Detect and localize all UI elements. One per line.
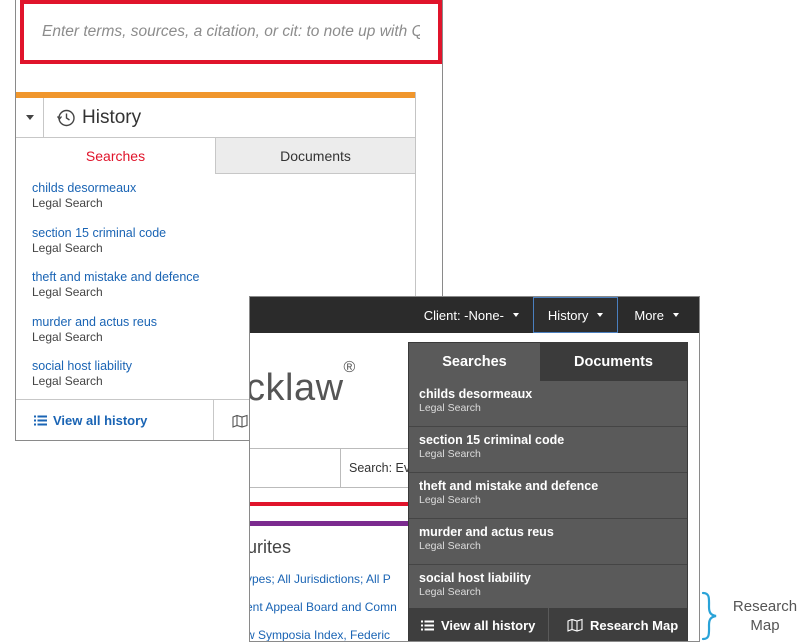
history-item-title: childs desormeaux bbox=[419, 387, 533, 401]
history-widget-title: History bbox=[82, 106, 142, 128]
list-item: childs desormeaux Legal Search bbox=[16, 180, 415, 225]
history-dropdown-tabs: Searches Documents bbox=[409, 343, 687, 381]
view-all-history-link[interactable]: View all history bbox=[16, 400, 214, 440]
tab-documents[interactable]: Documents bbox=[215, 138, 415, 174]
history-dropdown: Searches Documents childs desormeaux Leg… bbox=[408, 342, 688, 641]
list-item[interactable]: childs desormeaux Legal Search bbox=[409, 381, 687, 427]
background-search-bar: Search: Ev bbox=[250, 448, 410, 488]
collapse-toggle[interactable] bbox=[16, 98, 44, 137]
brand-logo: cklaw® bbox=[249, 359, 356, 410]
favourite-link[interactable]: ent Appeal Board and Comn bbox=[250, 600, 410, 614]
history-item-type: Legal Search bbox=[419, 540, 481, 552]
list-icon bbox=[421, 620, 434, 631]
chevron-down-icon bbox=[673, 313, 679, 317]
logo-text: cklaw bbox=[249, 367, 344, 409]
history-item-type: Legal Search bbox=[419, 586, 481, 598]
more-menu[interactable]: More bbox=[618, 297, 699, 333]
chevron-down-icon bbox=[512, 313, 519, 317]
history-item-title: theft and mistake and defence bbox=[419, 479, 599, 493]
research-map-link[interactable] bbox=[214, 400, 248, 440]
callout-line-1: Research bbox=[732, 598, 798, 615]
view-all-history-label: View all history bbox=[441, 617, 536, 633]
search-accent-bar bbox=[250, 502, 410, 506]
search-box[interactable] bbox=[20, 0, 442, 64]
callout-brace-icon bbox=[701, 591, 717, 641]
history-item-type: Legal Search bbox=[32, 196, 103, 210]
callout-line-2: Map bbox=[750, 617, 780, 634]
search-input[interactable] bbox=[24, 4, 438, 60]
research-map-icon bbox=[567, 618, 583, 632]
history-menu[interactable]: History bbox=[532, 297, 619, 333]
favourites-title: urites bbox=[249, 537, 292, 557]
more-menu-label: More bbox=[634, 307, 664, 323]
history-menu-label: History bbox=[547, 307, 589, 323]
history-item-type: Legal Search bbox=[32, 240, 103, 255]
research-map-label: Research Map bbox=[590, 617, 679, 633]
history-widget-tabs: Searches Documents bbox=[16, 138, 415, 174]
history-item-title: murder and actus reus bbox=[419, 525, 554, 539]
favourites-accent-bar bbox=[250, 521, 410, 526]
history-item-link[interactable]: theft and mistake and defence bbox=[32, 269, 399, 285]
history-item-title: social host liability bbox=[419, 571, 531, 585]
chevron-down-icon bbox=[597, 313, 604, 317]
list-item: section 15 criminal code Legal Search bbox=[16, 225, 415, 270]
research-map-icon bbox=[232, 414, 248, 428]
list-item[interactable]: theft and mistake and defence Legal Sear… bbox=[409, 473, 687, 519]
registered-mark: ® bbox=[343, 359, 356, 377]
list-item[interactable]: section 15 criminal code Legal Search bbox=[409, 427, 687, 473]
favourite-link[interactable]: w Symposia Index, Federic bbox=[250, 628, 410, 641]
list-item[interactable]: social host liability Legal Search bbox=[409, 565, 687, 611]
dropdown-screenshot: Client: -None- History More cklaw® Searc… bbox=[249, 296, 700, 642]
history-widget-header: History bbox=[16, 98, 415, 138]
callout-label: Research Map bbox=[727, 597, 803, 635]
chevron-down-icon bbox=[25, 115, 34, 120]
history-clock-icon bbox=[56, 109, 75, 126]
tab-documents[interactable]: Documents bbox=[540, 343, 687, 381]
history-dropdown-footer: View all history Research Map bbox=[409, 608, 687, 641]
list-item[interactable]: murder and actus reus Legal Search bbox=[409, 519, 687, 565]
research-map-button[interactable]: Research Map bbox=[549, 608, 679, 641]
history-item-link[interactable]: section 15 criminal code bbox=[32, 225, 399, 241]
history-item-title: section 15 criminal code bbox=[419, 433, 565, 447]
top-navigation-bar: Client: -None- History More bbox=[250, 297, 699, 333]
tab-searches[interactable]: Searches bbox=[409, 343, 540, 381]
tab-searches[interactable]: Searches bbox=[16, 138, 215, 174]
view-all-history-button[interactable]: View all history bbox=[409, 608, 549, 641]
history-item-link[interactable]: childs desormeaux bbox=[32, 180, 399, 196]
history-item-type: Legal Search bbox=[419, 402, 481, 414]
list-icon bbox=[34, 415, 47, 426]
favourite-link[interactable]: ypes; All Jurisdictions; All P bbox=[250, 572, 410, 586]
view-all-history-label: View all history bbox=[53, 413, 148, 428]
client-menu[interactable]: Client: -None- bbox=[410, 297, 533, 333]
client-menu-label: Client: -None- bbox=[423, 307, 504, 323]
history-item-type: Legal Search bbox=[419, 494, 481, 506]
history-item-type: Legal Search bbox=[419, 448, 481, 460]
